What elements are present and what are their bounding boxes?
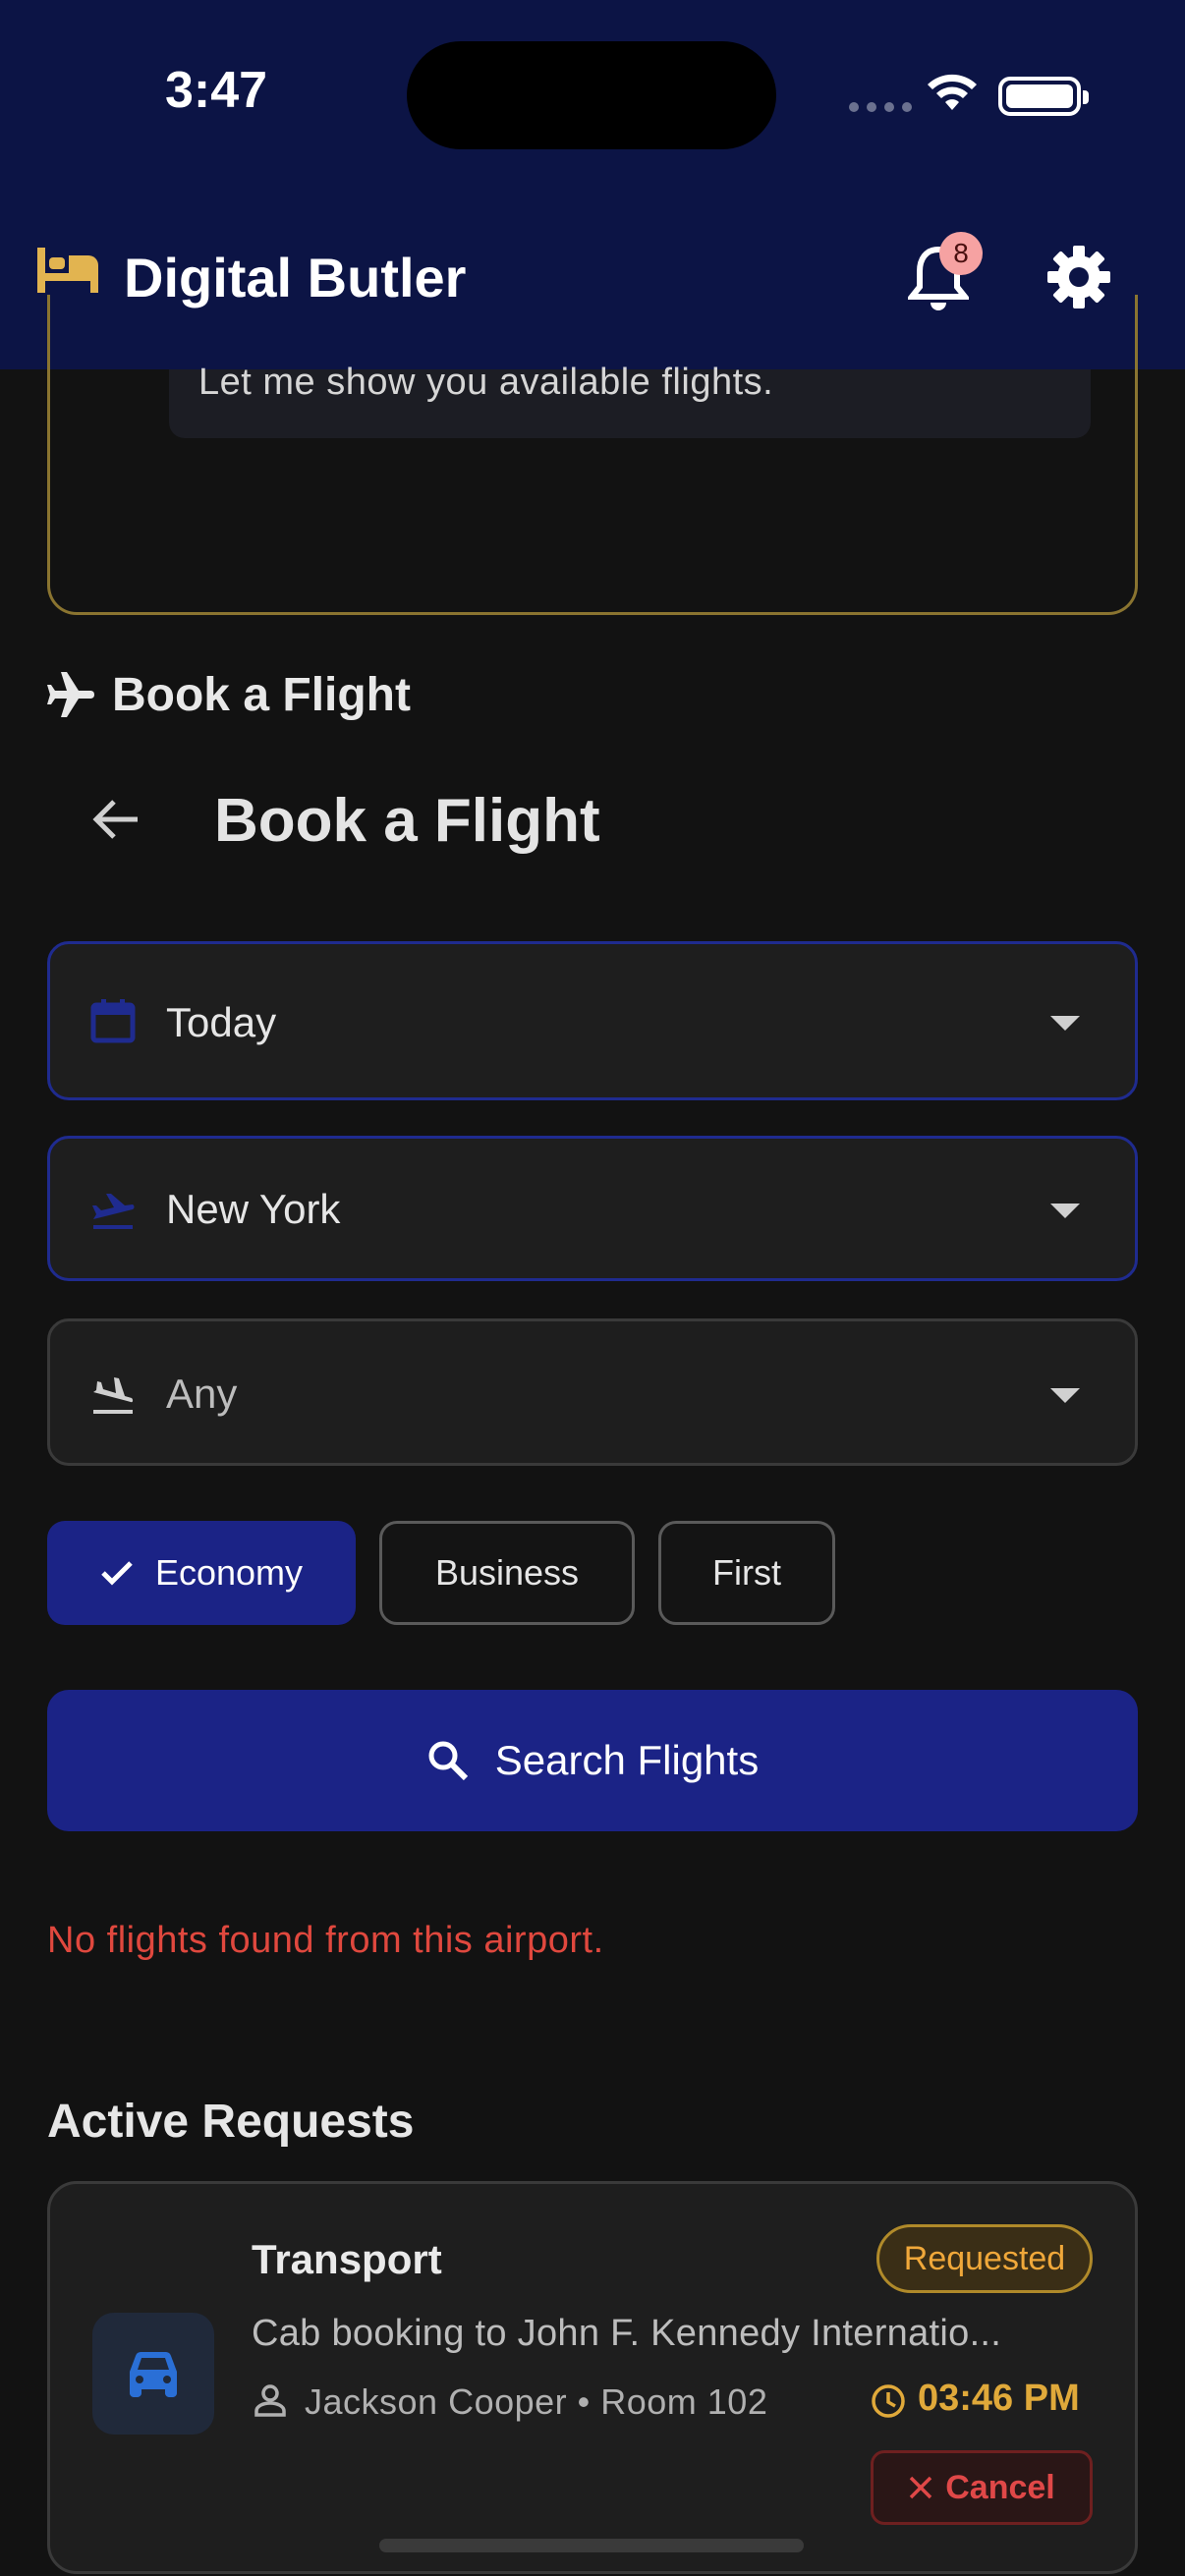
chevron-down-icon: [1050, 1388, 1080, 1403]
airplane-icon: [47, 672, 94, 717]
flight-takeoff-icon: [92, 1194, 135, 1229]
search-icon: [428, 1741, 468, 1781]
cancel-request-button[interactable]: Cancel: [871, 2450, 1093, 2525]
notification-badge: 8: [939, 232, 983, 275]
request-time: 03:46 PM: [918, 2378, 1080, 2419]
dynamic-island: [407, 41, 776, 149]
chevron-down-icon: [1050, 1204, 1080, 1218]
chat-message: Let me show you available flights.: [198, 362, 774, 403]
wifi-icon: [928, 74, 977, 110]
chip-economy[interactable]: Economy: [47, 1521, 356, 1625]
request-description: Cab booking to John F. Kennedy Internati…: [252, 2313, 1002, 2354]
section-title: Book a Flight: [112, 669, 411, 721]
arrival-value: Any: [166, 1371, 238, 1417]
home-indicator[interactable]: [379, 2539, 804, 2552]
car-icon: [130, 2352, 177, 2397]
bed-icon: [37, 248, 98, 293]
date-dropdown[interactable]: Today: [47, 941, 1138, 1100]
person-icon: [254, 2384, 286, 2417]
departure-value: New York: [166, 1186, 341, 1232]
page-title: Book a Flight: [214, 787, 600, 855]
departure-dropdown[interactable]: New York: [47, 1136, 1138, 1281]
arrival-dropdown[interactable]: Any: [47, 1318, 1138, 1466]
search-flights-label: Search Flights: [494, 1737, 760, 1783]
cancel-label: Cancel: [945, 2468, 1055, 2506]
battery-icon: [998, 77, 1089, 116]
chip-first[interactable]: First: [658, 1521, 835, 1625]
cellular-signal-icon: [849, 102, 912, 112]
search-flights-button[interactable]: Search Flights: [47, 1690, 1138, 1831]
chip-label: Economy: [154, 1552, 304, 1593]
active-requests-title: Active Requests: [47, 2096, 415, 2148]
date-value: Today: [166, 999, 277, 1045]
chat-card: [47, 295, 1138, 615]
chip-business[interactable]: Business: [379, 1521, 635, 1625]
chip-label: Business: [434, 1552, 580, 1593]
request-title: Transport: [252, 2236, 442, 2282]
chip-label: First: [712, 1552, 781, 1593]
status-time: 3:47: [165, 62, 268, 119]
flight-land-icon: [93, 1377, 134, 1414]
chevron-down-icon: [1050, 1016, 1080, 1031]
clock-icon: [872, 2384, 905, 2418]
check-icon: [101, 1561, 133, 1586]
request-guest: Jackson Cooper • Room 102: [305, 2381, 768, 2422]
status-badge: Requested: [876, 2224, 1093, 2293]
close-icon: [910, 2476, 932, 2499]
calendar-icon: [90, 999, 136, 1043]
error-message: No flights found from this airport.: [47, 1920, 604, 1961]
arrow-left-icon[interactable]: [88, 792, 143, 847]
